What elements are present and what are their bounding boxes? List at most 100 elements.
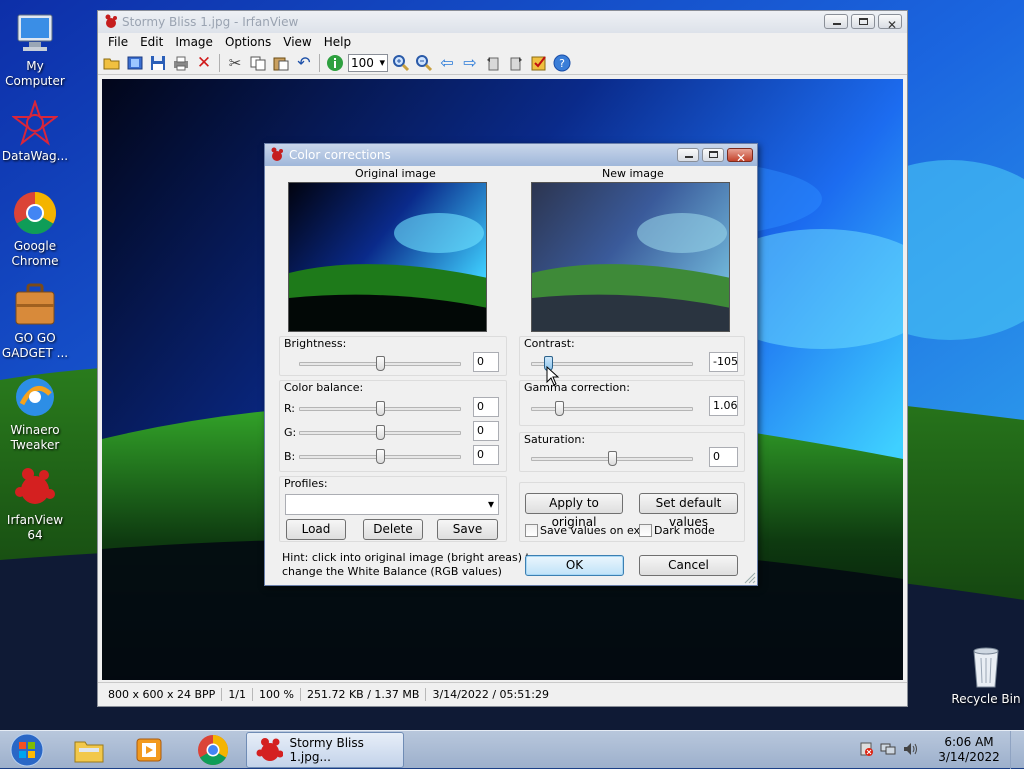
dark-mode-checkbox[interactable] [639, 524, 652, 537]
zoom-in-button[interactable] [391, 53, 411, 73]
dialog-titlebar[interactable]: Color corrections ✕ [265, 144, 757, 166]
maximize-button[interactable] [851, 14, 875, 29]
delete-button[interactable]: ✕ [194, 53, 214, 73]
desktop-icon-google-chrome[interactable]: Google Chrome [0, 190, 70, 269]
saturation-slider[interactable] [531, 451, 693, 466]
red-slider[interactable] [299, 401, 461, 416]
save-profile-button[interactable]: Save [437, 519, 498, 540]
minimize-icon [685, 156, 693, 158]
cut-button[interactable]: ✂ [225, 53, 245, 73]
minimize-button[interactable] [824, 14, 848, 29]
volume-icon[interactable] [902, 741, 918, 760]
load-profile-button[interactable]: Load [286, 519, 346, 540]
desktop-icon-datawag[interactable]: DataWag... [0, 98, 70, 164]
dialog-maximize-button[interactable] [702, 148, 724, 162]
slideshow-button[interactable] [125, 53, 145, 73]
brightness-slider-thumb[interactable] [376, 356, 385, 371]
menu-image[interactable]: Image [169, 33, 219, 51]
help-button[interactable]: ? [552, 53, 572, 73]
taskbar-chrome[interactable] [184, 733, 242, 767]
taskbar-explorer[interactable] [60, 733, 118, 767]
start-button[interactable] [0, 733, 54, 767]
green-label: G: [284, 426, 297, 439]
taskbar-media-player[interactable] [120, 733, 178, 767]
red-input[interactable]: 0 [473, 397, 499, 417]
blue-slider-thumb[interactable] [376, 449, 385, 464]
saturation-input[interactable]: 0 [709, 447, 738, 467]
datawag-icon [11, 98, 59, 146]
window-title: Stormy Bliss 1.jpg - IrfanView [122, 15, 299, 29]
chrome-icon [198, 735, 229, 766]
previous-button[interactable]: ⇦ [437, 53, 457, 73]
info-button[interactable] [325, 53, 345, 73]
set-default-values-button[interactable]: Set default values [639, 493, 738, 529]
copy-button[interactable] [248, 53, 268, 73]
save-values-on-exit-label: Save values on exit [540, 524, 648, 537]
desktop-icon-irfanview[interactable]: IrfanView 64 [0, 464, 72, 543]
desktop-icon-label: Tweaker [10, 438, 60, 452]
clock-date: 3/14/2022 [938, 750, 1000, 764]
gamma-slider-thumb[interactable] [555, 401, 565, 416]
zoom-select[interactable]: 100 [348, 53, 388, 72]
desktop-icon-label: Computer [5, 74, 65, 88]
print-button[interactable] [171, 53, 191, 73]
blue-input[interactable]: 0 [473, 445, 499, 465]
green-slider[interactable] [299, 425, 461, 440]
menu-view[interactable]: View [277, 33, 317, 51]
action-center-icon[interactable] [858, 741, 874, 760]
dialog-close-button[interactable]: ✕ [727, 148, 753, 165]
apply-to-original-button[interactable]: Apply to original [525, 493, 623, 529]
gamma-slider[interactable] [531, 401, 693, 416]
menu-edit[interactable]: Edit [134, 33, 169, 51]
menu-options[interactable]: Options [219, 33, 277, 51]
original-image-preview[interactable] [288, 182, 487, 332]
blue-slider[interactable] [299, 449, 461, 464]
close-button[interactable]: ✕ [878, 14, 902, 32]
taskbar-irfanview[interactable]: Stormy Bliss 1.jpg... [246, 732, 404, 768]
taskbar-clock[interactable]: 6:06 AM 3/14/2022 [928, 735, 1010, 765]
rotate-right-button[interactable] [506, 53, 526, 73]
brightness-slider[interactable] [299, 356, 461, 371]
delete-profile-button[interactable]: Delete [363, 519, 423, 540]
open-button[interactable] [102, 53, 122, 73]
save-values-on-exit-checkbox[interactable] [525, 524, 538, 537]
folder-open-icon [103, 58, 120, 69]
gamma-input[interactable]: 1.06 [709, 396, 738, 416]
dialog-minimize-button[interactable] [677, 148, 699, 162]
network-icon[interactable] [880, 741, 896, 760]
desktop-icon-recycle-bin[interactable]: Recycle Bin [950, 643, 1022, 707]
red-slider-thumb[interactable] [376, 401, 385, 416]
desktop-icon-label: Chrome [11, 254, 59, 268]
save-button[interactable] [148, 53, 168, 73]
desktop-icon-go-go-gadget[interactable]: GO GO GADGET ... [0, 282, 70, 361]
desktop-icon-my-computer[interactable]: My Computer [0, 10, 70, 89]
window-titlebar[interactable]: Stormy Bliss 1.jpg - IrfanView ✕ [98, 11, 907, 33]
rotate-right-icon [510, 56, 522, 70]
green-slider-thumb[interactable] [376, 425, 385, 440]
green-input[interactable]: 0 [473, 421, 499, 441]
menu-help[interactable]: Help [318, 33, 357, 51]
undo-button[interactable]: ↶ [294, 53, 314, 73]
resize-grip-icon[interactable] [744, 572, 756, 584]
floppy-disk-icon [151, 55, 165, 70]
irfanview-icon [103, 14, 119, 37]
toolbar-separator [319, 53, 320, 72]
copy-icon [250, 56, 266, 70]
cancel-button[interactable]: Cancel [639, 555, 738, 576]
ok-button[interactable]: OK [525, 555, 624, 576]
thumbnails-button[interactable] [529, 53, 549, 73]
zoom-out-button[interactable] [414, 53, 434, 73]
contrast-input[interactable]: -105 [709, 352, 738, 372]
saturation-slider-thumb[interactable] [608, 451, 617, 466]
profiles-select[interactable] [285, 494, 499, 515]
brightness-input[interactable]: 0 [473, 352, 499, 372]
info-icon [327, 54, 343, 71]
desktop-icon-label: Winaero [10, 423, 60, 437]
show-desktop-button[interactable] [1010, 731, 1024, 769]
next-button[interactable]: ⇨ [460, 53, 480, 73]
arrow-left-icon: ⇦ [440, 53, 454, 72]
desktop-icon-winaero-tweaker[interactable]: Winaero Tweaker [0, 374, 70, 453]
delete-x-icon: ✕ [196, 52, 212, 73]
rotate-left-button[interactable] [483, 53, 503, 73]
paste-button[interactable] [271, 53, 291, 73]
